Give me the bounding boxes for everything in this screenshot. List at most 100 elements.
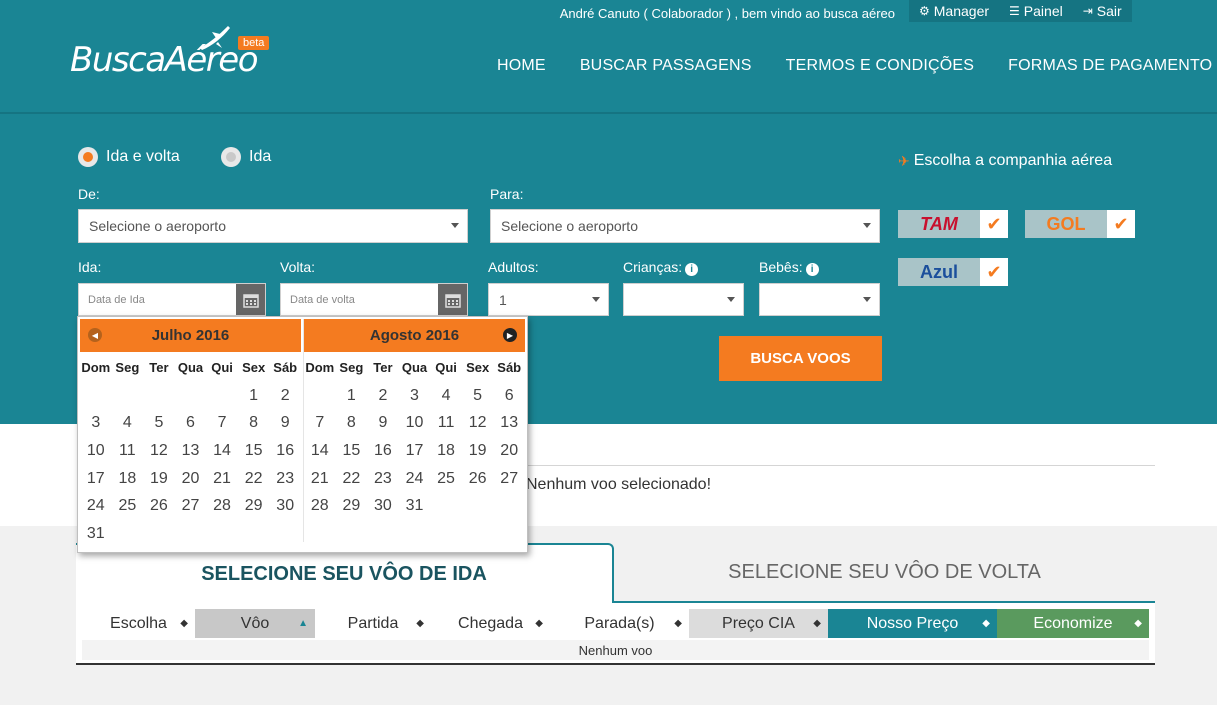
calendar-day[interactable]: 5 <box>143 414 175 432</box>
col-preco-cia[interactable]: Preço CIA ◆ <box>689 609 828 638</box>
info-icon[interactable]: i <box>685 263 699 276</box>
calendar-day[interactable]: 17 <box>399 442 431 460</box>
calendar-day[interactable]: 18 <box>112 470 144 488</box>
from-select-value: Selecione o aeroporto <box>89 218 226 234</box>
nav-formas-pagamento[interactable]: FORMAS DE PAGAMENTO <box>1008 57 1212 75</box>
calendar-day[interactable]: 12 <box>143 442 175 460</box>
info-icon[interactable]: i <box>805 263 819 276</box>
adultos-select[interactable]: 1 <box>488 283 609 316</box>
bebes-select[interactable] <box>759 283 880 316</box>
calendar-day[interactable]: 2 <box>269 387 301 405</box>
calendar-day[interactable]: 20 <box>175 470 207 488</box>
calendar-day[interactable]: 17 <box>80 470 112 488</box>
calendar-day[interactable]: 19 <box>462 442 494 460</box>
calendar-icon[interactable] <box>236 284 265 315</box>
calendar-day[interactable]: 18 <box>430 442 462 460</box>
calendar-day[interactable]: 27 <box>175 497 207 515</box>
radio-ida[interactable]: Ida <box>221 147 271 167</box>
calendar-day[interactable]: 21 <box>206 470 238 488</box>
calendar-day[interactable]: 23 <box>269 470 301 488</box>
calendar-day[interactable]: 12 <box>462 414 494 432</box>
calendar-day[interactable]: 4 <box>430 387 462 405</box>
to-select[interactable]: Selecione o aeroporto <box>490 209 880 243</box>
calendar-day[interactable]: 28 <box>206 497 238 515</box>
calendar-day[interactable]: 7 <box>304 414 336 432</box>
col-economize[interactable]: Economize ◆ <box>997 609 1149 638</box>
criancas-select[interactable] <box>623 283 744 316</box>
sair-link[interactable]: ⇥ Sair <box>1073 0 1132 22</box>
calendar-day[interactable]: 14 <box>304 442 336 460</box>
calendar-day[interactable]: 22 <box>336 470 368 488</box>
chevron-right-icon[interactable]: ▶ <box>503 328 517 342</box>
calendar-day[interactable]: 1 <box>336 387 368 405</box>
calendar-icon[interactable] <box>438 284 467 315</box>
calendar-day[interactable]: 6 <box>175 414 207 432</box>
nav-termos[interactable]: TERMOS E CONDIÇÕES <box>786 57 975 75</box>
radio-ida-e-volta[interactable]: Ida e volta <box>78 147 180 167</box>
calendar-day[interactable]: 15 <box>238 442 270 460</box>
calendar-day[interactable]: 10 <box>399 414 431 432</box>
volta-date-input[interactable]: Data de volta <box>280 283 468 316</box>
col-escolha[interactable]: Escolha ◆ <box>82 609 195 638</box>
calendar-day[interactable]: 6 <box>493 387 525 405</box>
calendar-day[interactable]: 16 <box>269 442 301 460</box>
nav-home[interactable]: HOME <box>497 57 546 75</box>
calendar-day[interactable]: 11 <box>430 414 462 432</box>
busca-voos-button[interactable]: BUSCA VOOS <box>719 336 882 381</box>
calendar-day[interactable]: 20 <box>493 442 525 460</box>
from-select[interactable]: Selecione o aeroporto <box>78 209 468 243</box>
calendar-day[interactable]: 22 <box>238 470 270 488</box>
calendar-day[interactable]: 11 <box>112 442 144 460</box>
calendar-day[interactable]: 24 <box>399 470 431 488</box>
calendar-day[interactable]: 3 <box>80 414 112 432</box>
calendar-day[interactable]: 15 <box>336 442 368 460</box>
calendar-day[interactable]: 26 <box>143 497 175 515</box>
calendar-day[interactable]: 1 <box>238 387 270 405</box>
col-chegada[interactable]: Chegada ◆ <box>431 609 550 638</box>
painel-link[interactable]: ☰ Painel <box>999 0 1073 22</box>
calendar-day[interactable]: 19 <box>143 470 175 488</box>
calendar-day[interactable]: 7 <box>206 414 238 432</box>
calendar-day[interactable]: 9 <box>269 414 301 432</box>
ida-date-input[interactable]: Data de Ida <box>78 283 266 316</box>
tab-volta[interactable]: SELECIONE SEU VÔO DE VOLTA <box>614 543 1155 603</box>
calendar-day[interactable]: 30 <box>367 497 399 515</box>
empty-table-row: Nenhum voo <box>82 640 1149 660</box>
calendar-day[interactable]: 21 <box>304 470 336 488</box>
calendar-day[interactable]: 3 <box>399 387 431 405</box>
calendar-day[interactable]: 13 <box>493 414 525 432</box>
calendar-day[interactable]: 31 <box>399 497 431 515</box>
airline-gol-toggle[interactable]: GOL ✔ <box>1025 210 1135 238</box>
chevron-left-icon[interactable]: ◀ <box>88 328 102 342</box>
calendar-day[interactable]: 2 <box>367 387 399 405</box>
calendar-day[interactable]: 10 <box>80 442 112 460</box>
calendar-day[interactable]: 28 <box>304 497 336 515</box>
site-logo[interactable]: BuscaAéreo beta <box>70 26 290 88</box>
airline-tam-toggle[interactable]: TAM ✔ <box>898 210 1008 238</box>
calendar-day[interactable]: 27 <box>493 470 525 488</box>
airline-azul-toggle[interactable]: Azul ✔ <box>898 258 1008 286</box>
calendar-day[interactable]: 16 <box>367 442 399 460</box>
calendar-day[interactable]: 25 <box>112 497 144 515</box>
nav-buscar-passagens[interactable]: BUSCAR PASSAGENS <box>580 57 752 75</box>
calendar-day[interactable]: 31 <box>80 525 112 543</box>
calendar-day[interactable]: 4 <box>112 414 144 432</box>
col-partida[interactable]: Partida ◆ <box>315 609 431 638</box>
calendar-day[interactable]: 29 <box>238 497 270 515</box>
calendar-day[interactable]: 29 <box>336 497 368 515</box>
manager-link[interactable]: ⚙ Manager <box>909 0 999 22</box>
col-voo[interactable]: Vôo ▲ <box>195 609 315 638</box>
calendar-day[interactable]: 9 <box>367 414 399 432</box>
calendar-day[interactable]: 13 <box>175 442 207 460</box>
col-nosso-preco[interactable]: Nosso Preço ◆ <box>828 609 997 638</box>
calendar-day[interactable]: 8 <box>238 414 270 432</box>
calendar-day[interactable]: 8 <box>336 414 368 432</box>
calendar-day[interactable]: 30 <box>269 497 301 515</box>
calendar-day[interactable]: 24 <box>80 497 112 515</box>
calendar-day[interactable]: 14 <box>206 442 238 460</box>
calendar-day[interactable]: 23 <box>367 470 399 488</box>
calendar-day[interactable]: 25 <box>430 470 462 488</box>
calendar-day[interactable]: 5 <box>462 387 494 405</box>
col-paradas[interactable]: Parada(s) ◆ <box>550 609 689 638</box>
calendar-day[interactable]: 26 <box>462 470 494 488</box>
